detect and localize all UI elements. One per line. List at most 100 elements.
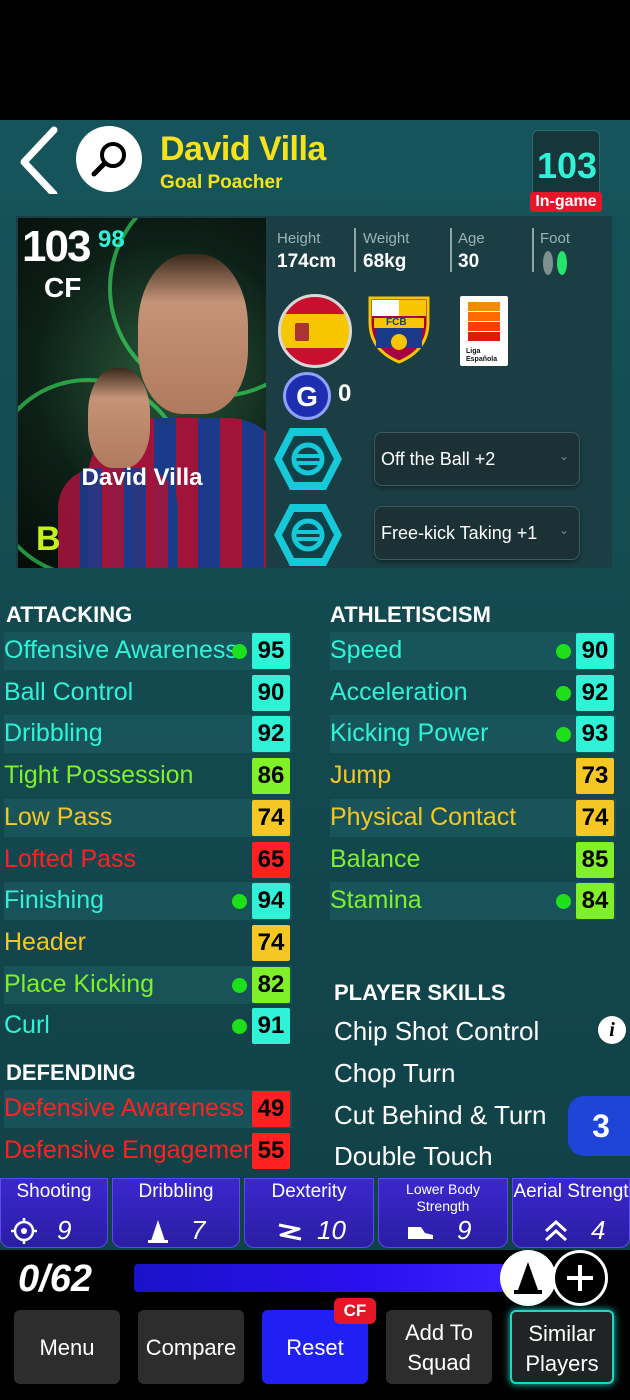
stat-name: Kicking Power xyxy=(330,719,489,748)
player-face xyxy=(138,254,248,414)
training-tab-aerial-strength[interactable]: Aerial Strengt 4 xyxy=(512,1178,630,1248)
stat-value: 92 xyxy=(252,716,290,753)
compare-button[interactable]: Compare xyxy=(138,1310,244,1384)
divider xyxy=(450,228,452,272)
boost-indicator-dot xyxy=(232,1019,247,1035)
tab-value: 7 xyxy=(191,1215,206,1245)
league-logo-stripe xyxy=(468,312,500,321)
stat-name: Ball Control xyxy=(4,677,134,706)
skill-item[interactable]: Chop Turn xyxy=(334,1058,455,1089)
stat-row: Speed 90 xyxy=(330,632,616,670)
boost-indicator-dot xyxy=(556,644,571,659)
menu-button[interactable]: Menu xyxy=(14,1310,120,1384)
crosshair-icon xyxy=(11,1218,37,1244)
g-coin-count: 0 xyxy=(338,380,352,407)
flag-emblem xyxy=(295,323,309,341)
in-game-rating: 103 xyxy=(536,145,598,186)
divider xyxy=(354,228,356,272)
tab-label: Dexterity xyxy=(271,1181,347,1202)
stat-name: Speed xyxy=(330,636,403,664)
stat-row: Curl 91 xyxy=(4,1007,292,1045)
status-bar-area xyxy=(0,0,630,120)
stat-row: Defensive Engagement 55 xyxy=(4,1132,292,1170)
stat-row: Offensive Awareness 95 xyxy=(4,632,292,670)
stat-row: Kicking Power 93 xyxy=(330,715,616,754)
stat-row: Acceleration 92 xyxy=(330,674,616,712)
skill-item[interactable]: Double Touch xyxy=(334,1141,493,1172)
stat-value: 91 xyxy=(252,1008,290,1045)
cone-button[interactable] xyxy=(500,1250,556,1306)
stat-name: Balance xyxy=(330,844,421,873)
weight-label: Weight xyxy=(363,230,410,247)
training-tab-dexterity[interactable]: Dexterity 10 xyxy=(244,1178,374,1248)
stat-name: Jump xyxy=(330,761,392,790)
stat-row: Lofted Pass 65 xyxy=(4,841,292,879)
skills-count-badge[interactable]: 3 xyxy=(568,1096,630,1156)
stat-row: Physical Contact 74 xyxy=(330,798,616,837)
button-label-line: Squad xyxy=(407,1350,471,1375)
boost-indicator-dot xyxy=(556,685,571,701)
chevron-left-icon xyxy=(20,126,58,198)
training-tab-dribbling[interactable]: Dribbling 7 xyxy=(112,1178,240,1248)
league-logo-text: Liga Española xyxy=(466,348,498,363)
g-coin-icon: G xyxy=(283,372,331,420)
card-overall-rating: 103 xyxy=(22,222,91,271)
training-tab-shooting[interactable]: Shooting 9 xyxy=(0,1178,108,1248)
stat-value: 93 xyxy=(576,716,614,753)
stat-row: Stamina 84 xyxy=(330,882,616,921)
tab-label: Dribbling xyxy=(138,1181,214,1202)
chevron-down-icon: ⌄ xyxy=(558,523,569,537)
stat-value: 73 xyxy=(576,758,614,795)
button-label: Reset xyxy=(286,1335,344,1360)
tab-label: Aerial Strengt xyxy=(513,1181,629,1202)
nationality-flag[interactable] xyxy=(278,294,352,368)
training-tab-lower-body-strength[interactable]: Lower Body Strength 9 xyxy=(378,1178,508,1248)
add-to-squad-button[interactable]: Add To Squad xyxy=(386,1310,492,1384)
double-chevron-up-icon xyxy=(544,1219,568,1242)
player-skills-header: PLAYER SKILLS xyxy=(334,980,506,1005)
similar-players-button[interactable]: Similar Players xyxy=(510,1310,614,1384)
info-icon[interactable]: i xyxy=(598,1016,626,1044)
stat-value: 74 xyxy=(252,924,290,961)
league-logo[interactable]: Liga Española xyxy=(460,296,508,366)
stat-value: 90 xyxy=(252,674,290,711)
stat-name: Finishing xyxy=(4,886,105,915)
skill-item[interactable]: Chip Shot Control xyxy=(334,1016,539,1047)
stat-name: Offensive Awareness xyxy=(4,636,238,664)
in-game-tag: In-game xyxy=(530,192,602,212)
booster-select-2[interactable]: Free-kick Taking +1 ⌄ xyxy=(374,506,580,560)
club-crest-icon xyxy=(368,296,430,364)
stat-row: Ball Control 90 xyxy=(4,674,292,712)
age-label: Age xyxy=(458,230,485,247)
skill-item[interactable]: Cut Behind & Turn xyxy=(334,1100,546,1131)
booster-label: Off the Ball +2 xyxy=(381,449,496,469)
progression-bar xyxy=(134,1264,524,1292)
tab-value: 9 xyxy=(57,1215,72,1245)
player-name-title: David Villa xyxy=(160,130,326,168)
stat-name: Low Pass xyxy=(4,802,113,831)
booster-select-1[interactable]: Off the Ball +2 ⌄ xyxy=(374,432,580,486)
chevron-down-icon: ⌄ xyxy=(558,449,569,463)
stat-row: Jump 73 xyxy=(330,757,616,795)
boost-indicator-dot xyxy=(232,644,247,659)
stat-row: Defensive Awareness 49 xyxy=(4,1090,292,1128)
back-button[interactable] xyxy=(14,126,64,198)
stat-value: 90 xyxy=(576,633,614,669)
add-button[interactable] xyxy=(552,1250,608,1306)
player-card-image[interactable]: 103 98 CF David Villa B xyxy=(18,218,266,568)
stat-name: Physical Contact xyxy=(330,802,517,831)
stat-name: Stamina xyxy=(330,886,422,915)
search-button[interactable] xyxy=(76,126,142,192)
player-style-subtitle: Goal Poacher xyxy=(160,172,283,193)
stat-name: Acceleration xyxy=(330,677,468,706)
boost-indicator-dot xyxy=(232,977,247,993)
card-position: CF xyxy=(44,272,82,303)
league-logo-stripe xyxy=(468,302,500,311)
club-crest[interactable]: FCB xyxy=(366,292,432,364)
stat-row: Place Kicking 82 xyxy=(4,965,292,1004)
stat-row: Header 74 xyxy=(4,924,292,962)
tab-value: 10 xyxy=(317,1215,346,1245)
stat-row: Finishing 94 xyxy=(4,882,292,921)
age-value: 30 xyxy=(458,251,480,272)
league-logo-stripe xyxy=(468,322,500,331)
